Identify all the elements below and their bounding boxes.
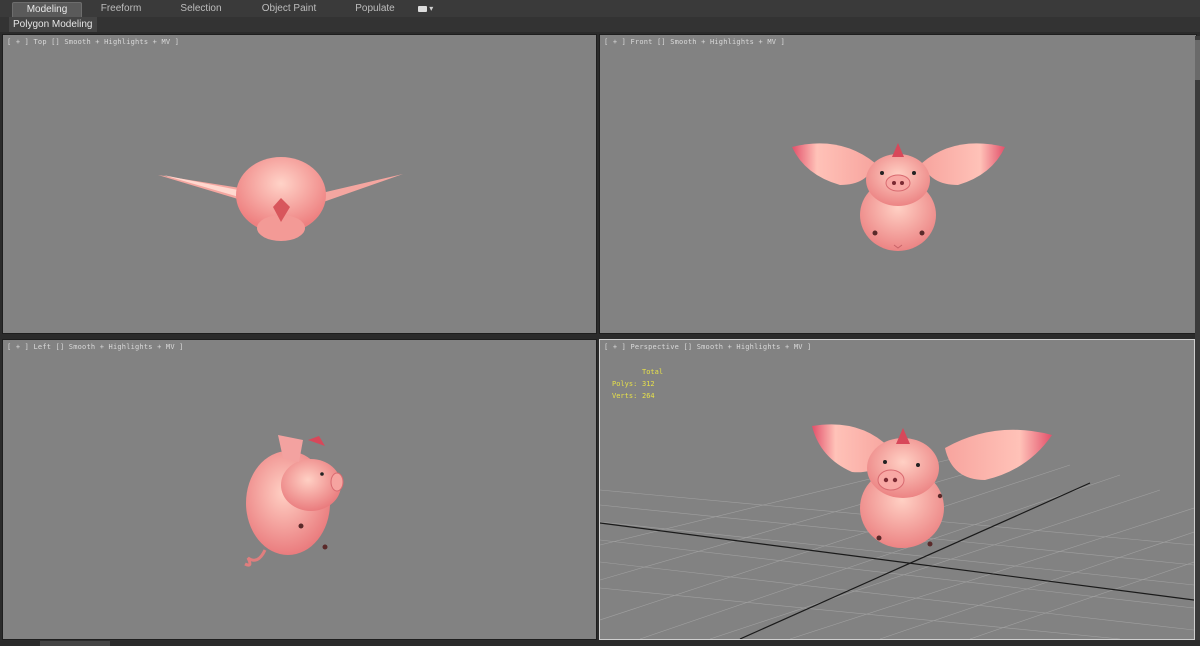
viewport-perspective[interactable]: [ + ] Perspective [] Smooth + Highlights… [599,339,1195,640]
viewport-scrollbar[interactable] [1195,36,1200,640]
pig-perspective-view [600,424,1194,639]
scrollbar-thumb[interactable] [1195,40,1200,80]
tab-selection[interactable]: Selection [170,2,232,16]
ribbon-tab-bar: Modeling Freeform Selection Object Paint… [0,0,1200,18]
viewport-top[interactable]: [ + ] Top [] Smooth + Highlights + MV ] [2,34,597,334]
polygon-modeling-panel[interactable]: Polygon Modeling [9,17,97,32]
viewport-front[interactable]: [ + ] Front [] Smooth + Highlights + MV … [599,34,1197,334]
time-slider-bar[interactable] [0,641,1200,646]
tab-modeling[interactable]: Modeling [12,2,82,17]
dropdown-options-icon [418,5,427,12]
ribbon-options-button[interactable]: ▾ [418,4,438,14]
ribbon-panel-bar: Polygon Modeling [0,17,1200,32]
tab-freeform[interactable]: Freeform [90,2,152,16]
tab-populate[interactable]: Populate [345,2,405,16]
time-slider-thumb[interactable] [40,641,110,646]
pig-left-view [244,435,344,567]
viewport-left[interactable]: [ + ] Left [] Smooth + Highlights + MV ] [2,339,597,640]
pig-top-view [158,157,403,241]
tab-object-paint[interactable]: Object Paint [253,2,325,16]
pig-front-view [792,143,1005,251]
